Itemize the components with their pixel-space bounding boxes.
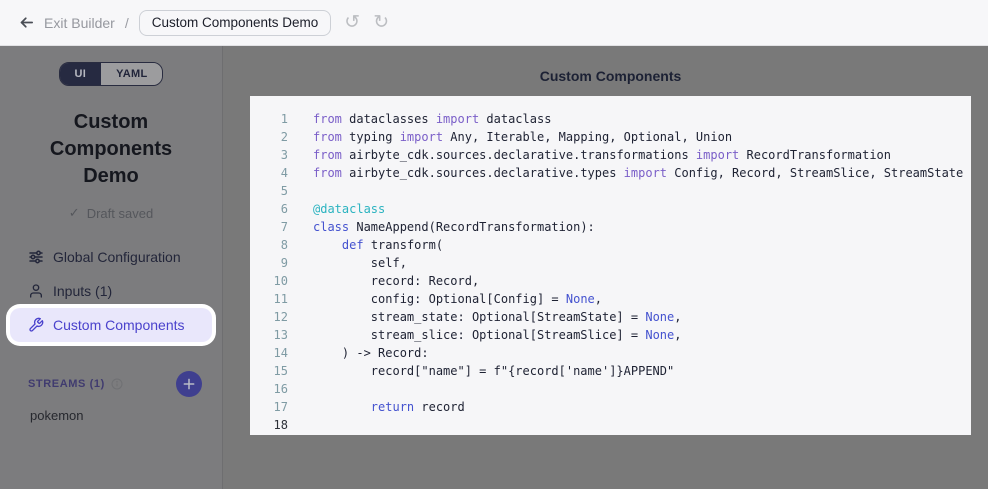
toggle-yaml[interactable]: YAML bbox=[101, 63, 162, 85]
redo-icon[interactable]: ↻ bbox=[373, 13, 389, 32]
code-editor[interactable]: 1from dataclasses import dataclass2from … bbox=[250, 96, 971, 435]
builder-sidebar: UI YAML Custom Components Demo ✓ Draft s… bbox=[0, 46, 223, 489]
wrench-icon bbox=[28, 317, 44, 333]
sidebar-item-label: Custom Components bbox=[53, 317, 185, 333]
sliders-icon bbox=[28, 249, 44, 265]
code-line: 18 bbox=[250, 416, 971, 434]
code-line: 3from airbyte_cdk.sources.declarative.tr… bbox=[250, 146, 971, 164]
main-panel: Custom Components 1from dataclasses impo… bbox=[223, 46, 988, 489]
code-text: from typing import Any, Iterable, Mappin… bbox=[288, 128, 732, 146]
code-text: return record bbox=[288, 398, 465, 416]
code-text: @dataclass bbox=[288, 200, 385, 218]
code-line: 7class NameAppend(RecordTransformation): bbox=[250, 218, 971, 236]
exit-builder-link[interactable]: Exit Builder bbox=[44, 15, 115, 31]
line-number: 13 bbox=[250, 326, 288, 344]
connector-title: Custom Components Demo bbox=[0, 109, 222, 190]
code-line: 10 record: Record, bbox=[250, 272, 971, 290]
info-icon[interactable] bbox=[111, 378, 123, 390]
ui-yaml-toggle: UI YAML bbox=[59, 62, 164, 86]
connector-name-input[interactable]: Custom Components Demo bbox=[139, 10, 332, 36]
line-number: 9 bbox=[250, 254, 288, 272]
streams-list: pokemon bbox=[0, 408, 222, 423]
code-line: 9 self, bbox=[250, 254, 971, 272]
code-text bbox=[288, 380, 313, 398]
code-text: stream_slice: Optional[StreamSlice] = No… bbox=[288, 326, 681, 344]
plus-icon bbox=[182, 377, 196, 391]
line-number: 16 bbox=[250, 380, 288, 398]
arrow-left-icon bbox=[18, 14, 35, 31]
code-text: from airbyte_cdk.sources.declarative.typ… bbox=[288, 164, 963, 182]
streams-header: STREAMS (1) bbox=[0, 369, 222, 399]
code-line: 12 stream_state: Optional[StreamState] =… bbox=[250, 308, 971, 326]
code-text bbox=[288, 182, 313, 200]
breadcrumb-separator: / bbox=[125, 15, 129, 31]
connector-name-value: Custom Components Demo bbox=[152, 15, 319, 30]
top-bar: Exit Builder / Custom Components Demo ↺ … bbox=[0, 0, 988, 46]
code-line: 2from typing import Any, Iterable, Mappi… bbox=[250, 128, 971, 146]
sidebar-nav: Global Configuration Inputs (1) Custom Com… bbox=[0, 240, 222, 342]
code-text: stream_state: Optional[StreamState] = No… bbox=[288, 308, 681, 326]
back-button[interactable] bbox=[14, 11, 38, 35]
line-number: 14 bbox=[250, 344, 288, 362]
code-line: 15 record["name"] = f"{record['name']}AP… bbox=[250, 362, 971, 380]
streams-label: STREAMS (1) bbox=[28, 378, 105, 390]
undo-icon[interactable]: ↺ bbox=[344, 13, 360, 32]
line-number: 1 bbox=[250, 110, 288, 128]
code-line: 16 bbox=[250, 380, 971, 398]
code-line: 17 return record bbox=[250, 398, 971, 416]
sidebar-item-label: Inputs (1) bbox=[53, 283, 112, 299]
user-icon bbox=[28, 283, 44, 299]
sidebar-item-custom-components[interactable]: Custom Components bbox=[10, 308, 212, 342]
code-text: ) -> Record: bbox=[288, 344, 429, 362]
sidebar-item-global-configuration[interactable]: Global Configuration bbox=[0, 240, 222, 274]
sidebar-item-inputs-1-[interactable]: Inputs (1) bbox=[0, 274, 222, 308]
code-text: self, bbox=[288, 254, 407, 272]
add-stream-button[interactable] bbox=[176, 371, 202, 397]
code-line: 5 bbox=[250, 182, 971, 200]
line-number: 2 bbox=[250, 128, 288, 146]
line-number: 10 bbox=[250, 272, 288, 290]
code-line: 8 def transform( bbox=[250, 236, 971, 254]
code-text: config: Optional[Config] = None, bbox=[288, 290, 602, 308]
code-line: 4from airbyte_cdk.sources.declarative.ty… bbox=[250, 164, 971, 182]
line-number: 3 bbox=[250, 146, 288, 164]
code-line: 6@dataclass bbox=[250, 200, 971, 218]
save-status-label: Draft saved bbox=[87, 206, 153, 221]
line-number: 18 bbox=[250, 416, 288, 434]
code-text: from airbyte_cdk.sources.declarative.tra… bbox=[288, 146, 891, 164]
code-line: 13 stream_slice: Optional[StreamSlice] =… bbox=[250, 326, 971, 344]
code-text: record: Record, bbox=[288, 272, 479, 290]
code-text: from dataclasses import dataclass bbox=[288, 110, 551, 128]
code-text: def transform( bbox=[288, 236, 443, 254]
code-text bbox=[288, 416, 313, 434]
line-number: 17 bbox=[250, 398, 288, 416]
code-line: 11 config: Optional[Config] = None, bbox=[250, 290, 971, 308]
save-status: ✓ Draft saved bbox=[0, 205, 222, 221]
code-text: class NameAppend(RecordTransformation): bbox=[288, 218, 595, 236]
line-number: 12 bbox=[250, 308, 288, 326]
line-number: 6 bbox=[250, 200, 288, 218]
toggle-ui[interactable]: UI bbox=[60, 63, 102, 85]
check-icon: ✓ bbox=[69, 205, 80, 221]
code-line: 14 ) -> Record: bbox=[250, 344, 971, 362]
stream-item-pokemon[interactable]: pokemon bbox=[0, 408, 222, 423]
line-number: 4 bbox=[250, 164, 288, 182]
code-text: record["name"] = f"{record['name']}APPEN… bbox=[288, 362, 674, 380]
sidebar-item-label: Global Configuration bbox=[53, 249, 181, 265]
line-number: 5 bbox=[250, 182, 288, 200]
editor-heading: Custom Components bbox=[250, 68, 971, 84]
line-number: 7 bbox=[250, 218, 288, 236]
line-number: 15 bbox=[250, 362, 288, 380]
line-number: 11 bbox=[250, 290, 288, 308]
code-line: 1from dataclasses import dataclass bbox=[250, 110, 971, 128]
line-number: 8 bbox=[250, 236, 288, 254]
